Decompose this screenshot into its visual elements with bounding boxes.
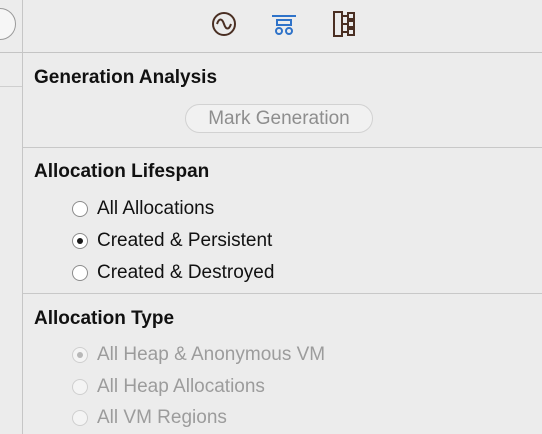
radio-button-disabled <box>72 410 88 426</box>
radio-label: All Allocations <box>97 198 215 219</box>
section-divider <box>23 293 542 294</box>
lifespan-option-created-destroyed[interactable]: Created & Destroyed <box>72 260 274 286</box>
allocation-lifespan-title: Allocation Lifespan <box>34 161 210 182</box>
section-divider <box>23 147 542 148</box>
type-option-all-vm-regions: All VM Regions <box>72 405 227 431</box>
display-settings-icon <box>272 15 296 35</box>
record-settings-icon <box>212 12 236 36</box>
radio-label: All VM Regions <box>97 407 227 428</box>
lifespan-option-created-persistent[interactable]: Created & Persistent <box>72 228 272 254</box>
mark-generation-button[interactable]: Mark Generation <box>185 104 373 133</box>
radio-button-selected[interactable] <box>72 233 88 249</box>
display-settings-button[interactable] <box>269 9 299 39</box>
radio-button[interactable] <box>72 201 88 217</box>
radio-button[interactable] <box>72 265 88 281</box>
left-pane-divider <box>0 52 22 53</box>
radio-button-disabled <box>72 379 88 395</box>
allocation-type-title: Allocation Type <box>34 308 175 329</box>
radio-label: Created & Destroyed <box>97 262 275 283</box>
radio-label: All Heap Allocations <box>97 376 265 397</box>
extended-detail-icon <box>333 11 355 37</box>
left-pane-edge <box>0 0 23 434</box>
left-pane-divider <box>0 86 22 87</box>
inspector-toolbar <box>23 0 542 53</box>
radio-label: All Heap & Anonymous VM <box>97 344 326 365</box>
type-option-all-heap-allocations: All Heap Allocations <box>72 374 265 400</box>
left-pane-control[interactable] <box>0 8 16 40</box>
inspector-window: Generation Analysis Mark Generation Allo… <box>0 0 542 434</box>
radio-button-selected-disabled <box>72 347 88 363</box>
lifespan-option-all-allocations[interactable]: All Allocations <box>72 196 214 222</box>
generation-analysis-title: Generation Analysis <box>34 67 218 88</box>
extended-detail-button[interactable] <box>329 9 359 39</box>
type-option-all-heap-anonymous-vm: All Heap & Anonymous VM <box>72 342 325 368</box>
record-settings-button[interactable] <box>209 9 239 39</box>
radio-label: Created & Persistent <box>97 230 273 251</box>
